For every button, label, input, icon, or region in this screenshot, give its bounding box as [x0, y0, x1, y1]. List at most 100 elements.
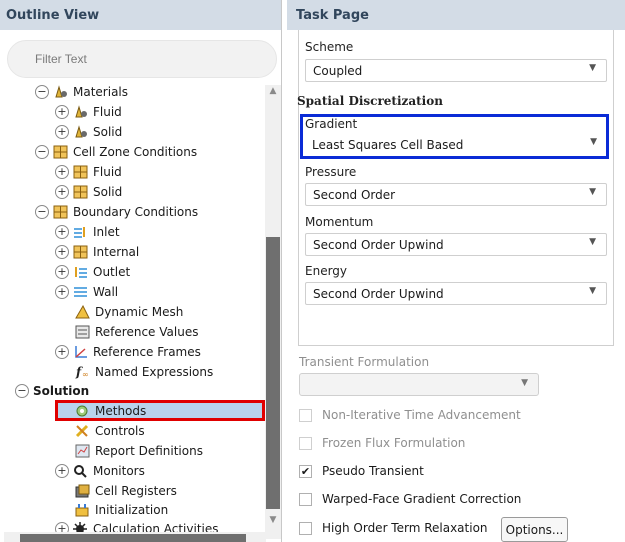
- tree-item-internal[interactable]: + Internal: [55, 242, 139, 262]
- scheme-dropdown[interactable]: Coupled ▼: [305, 59, 607, 82]
- tree-item-materials-fluid[interactable]: + Fluid: [55, 102, 122, 122]
- tree-item-report-definitions[interactable]: Report Definitions: [75, 441, 203, 461]
- expand-icon[interactable]: +: [55, 225, 69, 239]
- svg-text:∞: ∞: [82, 370, 89, 379]
- checkbox-box[interactable]: [299, 408, 312, 422]
- options-button[interactable]: Options...: [501, 517, 568, 542]
- chevron-down-icon: ▼: [589, 286, 596, 296]
- materials-icon: [53, 85, 68, 99]
- tree-item-materials[interactable]: − Materials: [35, 82, 128, 102]
- expand-icon[interactable]: +: [55, 125, 69, 139]
- reference-values-icon: [75, 325, 90, 339]
- pressure-value: Second Order: [313, 188, 396, 202]
- expand-icon[interactable]: +: [55, 265, 69, 279]
- checkbox-label: Non-Iterative Time Advancement: [322, 408, 521, 422]
- expand-icon[interactable]: +: [55, 245, 69, 259]
- checkbox-label: High Order Term Relaxation: [322, 521, 488, 535]
- expand-icon[interactable]: +: [55, 105, 69, 119]
- chevron-down-icon: ▼: [589, 63, 596, 73]
- tree-item-dynamic-mesh[interactable]: Dynamic Mesh: [75, 302, 183, 322]
- expand-icon[interactable]: +: [55, 165, 69, 179]
- scroll-down-icon[interactable]: ▼: [265, 515, 281, 527]
- tree-item-initialization[interactable]: Initialization: [75, 500, 168, 520]
- outline-tree: − Materials + Fluid + Solid − Cell Zone …: [0, 81, 262, 534]
- materials-icon: [73, 125, 88, 139]
- tree-item-cell-zone-conditions[interactable]: − Cell Zone Conditions: [35, 142, 197, 162]
- tree-item-named-expressions[interactable]: f ∞ Named Expressions: [75, 362, 213, 382]
- warped-face-gradient-correction-checkbox[interactable]: Warped-Face Gradient Correction: [299, 489, 521, 509]
- chevron-down-icon: ▼: [589, 187, 596, 197]
- tree-item-cell-zone-solid[interactable]: + Solid: [55, 182, 122, 202]
- tree-item-label: Reference Values: [95, 325, 199, 339]
- momentum-label: Momentum: [305, 215, 374, 229]
- collapse-icon[interactable]: −: [35, 205, 49, 219]
- chevron-down-icon: ▼: [521, 378, 528, 388]
- energy-dropdown[interactable]: Second Order Upwind ▼: [305, 282, 607, 305]
- filter-text-input[interactable]: Filter Text: [7, 40, 277, 78]
- non-iterative-time-advancement-checkbox[interactable]: Non-Iterative Time Advancement: [299, 405, 521, 425]
- scroll-up-icon[interactable]: ▲: [265, 86, 281, 98]
- expand-icon[interactable]: +: [55, 345, 69, 359]
- checkbox-box[interactable]: [299, 521, 312, 535]
- tree-item-label: Solid: [93, 125, 123, 139]
- checkbox-box[interactable]: [299, 436, 312, 450]
- monitors-icon: [73, 464, 88, 478]
- grid-icon: [53, 205, 68, 219]
- transient-formulation-dropdown[interactable]: ▼: [299, 373, 539, 396]
- tree-item-label: Internal: [93, 245, 140, 259]
- methods-highlight-box: [55, 400, 265, 421]
- checkbox-box[interactable]: [299, 492, 312, 506]
- tree-item-monitors[interactable]: + Monitors: [55, 461, 145, 481]
- tree-item-label: Solid: [93, 185, 123, 199]
- collapse-icon[interactable]: −: [35, 85, 49, 99]
- collapse-icon[interactable]: −: [35, 145, 49, 159]
- dynamic-mesh-icon: [75, 305, 90, 319]
- expand-icon[interactable]: +: [55, 185, 69, 199]
- high-order-term-relaxation-checkbox[interactable]: High Order Term Relaxation: [299, 518, 488, 538]
- task-page-header: Task Page: [287, 0, 625, 30]
- tree-item-label: Inlet: [93, 225, 120, 239]
- tree-item-label: Monitors: [93, 464, 145, 478]
- tree-item-label: Fluid: [93, 165, 122, 179]
- tree-item-label: Reference Frames: [93, 345, 201, 359]
- tree-item-label: Materials: [73, 85, 129, 99]
- tree-item-wall[interactable]: + Wall: [55, 282, 118, 302]
- tree-item-controls[interactable]: Controls: [75, 421, 145, 441]
- outline-view-panel: Outline View Filter Text − Materials + F…: [0, 0, 282, 542]
- pseudo-transient-checkbox[interactable]: ✔ Pseudo Transient: [299, 461, 424, 481]
- tree-item-solution[interactable]: − Solution: [15, 381, 89, 401]
- initialization-icon: [75, 503, 90, 517]
- tree-item-reference-values[interactable]: Reference Values: [75, 322, 198, 342]
- cell-registers-icon: [75, 484, 90, 498]
- tree-item-label: Fluid: [93, 105, 122, 119]
- collapse-icon[interactable]: −: [15, 384, 29, 398]
- tree-item-materials-solid[interactable]: + Solid: [55, 122, 122, 142]
- tree-item-label: Report Definitions: [95, 444, 203, 458]
- tree-item-outlet[interactable]: + Outlet: [55, 262, 130, 282]
- task-page-panel: Task Page Scheme Coupled ▼ Spatial Discr…: [287, 0, 625, 542]
- pressure-dropdown[interactable]: Second Order ▼: [305, 183, 607, 206]
- outline-vertical-scrollbar[interactable]: ▲ ▼: [265, 85, 281, 539]
- tree-item-cell-registers[interactable]: Cell Registers: [75, 481, 177, 501]
- scrollbar-thumb[interactable]: [266, 237, 280, 509]
- frozen-flux-formulation-checkbox[interactable]: Frozen Flux Formulation: [299, 433, 465, 453]
- tree-item-boundary-conditions[interactable]: − Boundary Conditions: [35, 202, 198, 222]
- outline-horizontal-scrollbar[interactable]: [4, 532, 266, 542]
- scrollbar-thumb[interactable]: [20, 534, 246, 542]
- momentum-dropdown[interactable]: Second Order Upwind ▼: [305, 233, 607, 256]
- expand-icon[interactable]: +: [55, 285, 69, 299]
- reference-frames-icon: [73, 345, 88, 359]
- outlet-icon: [73, 265, 88, 279]
- checkbox-label: Warped-Face Gradient Correction: [322, 492, 522, 506]
- checkbox-label: Pseudo Transient: [322, 464, 424, 478]
- tree-item-cell-zone-fluid[interactable]: + Fluid: [55, 162, 122, 182]
- tree-item-label: Initialization: [95, 503, 169, 517]
- inlet-icon: [73, 225, 88, 239]
- energy-value: Second Order Upwind: [313, 287, 444, 301]
- scheme-value: Coupled: [313, 64, 363, 78]
- tree-item-inlet[interactable]: + Inlet: [55, 222, 120, 242]
- tree-item-reference-frames[interactable]: + Reference Frames: [55, 342, 201, 362]
- report-definitions-icon: [75, 444, 90, 458]
- expand-icon[interactable]: +: [55, 464, 69, 478]
- check-mark-icon[interactable]: ✔: [299, 464, 312, 478]
